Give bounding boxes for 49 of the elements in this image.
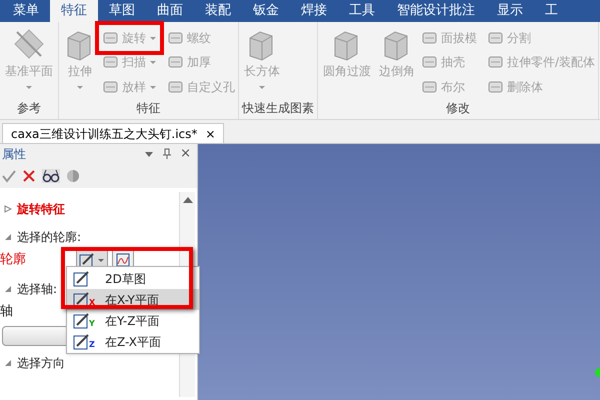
- caret-icon: [144, 150, 154, 158]
- section-heading: 选择轴:: [17, 281, 58, 298]
- menu-item[interactable]: 2D草图: [67, 268, 199, 289]
- glasses-icon: [42, 169, 60, 183]
- tool-icon: [421, 54, 438, 70]
- tool-icon: [421, 78, 438, 95]
- group-label: 特征: [136, 100, 162, 117]
- cancel-icon: [22, 169, 36, 183]
- tool-icon: [487, 54, 504, 70]
- close-icon[interactable]: ×: [205, 124, 216, 142]
- checkmark-icon: [2, 169, 16, 183]
- tool-icon: [487, 78, 504, 95]
- circle-icon: [66, 169, 80, 183]
- menu-tab[interactable]: 曲面: [146, 0, 194, 22]
- field-label: 轮廓: [0, 251, 26, 270]
- tool-icon: [167, 30, 184, 46]
- menu-item[interactable]: Z 在Z-X平面: [67, 331, 199, 352]
- menu-tab[interactable]: 菜单: [2, 0, 50, 22]
- pencil-icon: [79, 252, 95, 268]
- curve-icon: [116, 253, 130, 267]
- group-label: 参考: [16, 100, 42, 117]
- section-heading: 选择方向: [17, 355, 65, 372]
- tool-icon: [421, 30, 438, 46]
- field-label: 轴: [0, 303, 13, 322]
- tool-icon: [102, 30, 119, 46]
- group-label: 快速生成图素: [242, 100, 314, 117]
- menu-tab[interactable]: 钣金: [242, 0, 290, 22]
- menu-tab[interactable]: 工: [534, 0, 569, 22]
- menu-item[interactable]: Y 在Y-Z平面: [67, 310, 199, 331]
- close-icon[interactable]: ×: [180, 144, 191, 164]
- section-heading: 旋转特征: [17, 201, 65, 218]
- menu-tab[interactable]: 工具: [338, 0, 386, 22]
- menu-tab[interactable]: 特征: [50, 0, 98, 22]
- pin-icon: [162, 148, 172, 160]
- section-heading: 选择的轮廓:: [17, 229, 82, 246]
- tool-icon: [487, 30, 504, 46]
- tool-icon: [102, 54, 119, 70]
- group-label: 修改: [445, 100, 472, 117]
- tool-icon: [167, 78, 184, 95]
- menu-tab[interactable]: 焊接: [290, 0, 338, 22]
- document-tab-title[interactable]: caxa三维设计训练五之大头钉.ics*: [11, 124, 198, 142]
- menu-tab[interactable]: 草图: [98, 0, 146, 22]
- panel-title: 属性: [2, 146, 27, 163]
- menu-tab[interactable]: 装配: [194, 0, 242, 22]
- tool-icon: [102, 78, 119, 95]
- menu-tab[interactable]: 智能设计批注: [386, 0, 486, 22]
- caret-icon: [97, 256, 105, 264]
- tool-icon: [167, 54, 184, 70]
- menu-tab[interactable]: 显示: [486, 0, 534, 22]
